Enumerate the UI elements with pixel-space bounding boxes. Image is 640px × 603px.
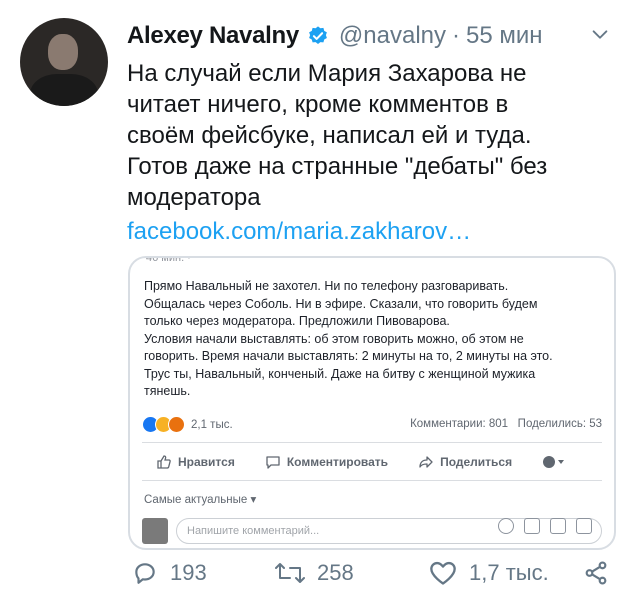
angry-reaction-icon — [168, 416, 185, 433]
comment-bubble-icon — [266, 456, 280, 469]
fb-comment-box: Напишите комментарий... — [142, 514, 602, 544]
heart-icon — [430, 561, 456, 585]
verified-badge-icon — [309, 26, 327, 44]
fb-post-line: говорить. Время начали выставлять: 2 мин… — [144, 349, 553, 363]
fb-like-action: Нравится — [156, 454, 235, 470]
tweet-text: На случай если Мария Захарова не читает … — [127, 58, 587, 213]
chevron-down-icon[interactable] — [589, 24, 611, 46]
tweet-text-line: модератора — [127, 184, 261, 211]
tweet-text-line: На случай если Мария Захарова не — [127, 60, 527, 87]
fb-like-label: Нравится — [178, 455, 235, 469]
fb-share-label: Поделиться — [440, 455, 513, 469]
fb-divider — [142, 480, 602, 481]
fb-comment-tools — [488, 514, 592, 534]
author-avatar[interactable] — [20, 18, 108, 106]
avatar-body — [30, 74, 98, 106]
retweet-icon — [275, 563, 305, 583]
tweet-text-line: Готов даже на странные "дебаты" без — [127, 153, 548, 180]
tweet-action-bar: 193 258 1,7 тыс. — [127, 556, 617, 590]
fb-post-text: Прямо Навальный не захотел. Ни по телефо… — [144, 278, 600, 401]
globe-dropdown-icon — [543, 456, 565, 468]
fb-post-line: Условия начали выставлять: об этом говор… — [144, 331, 524, 346]
embedded-screenshot[interactable]: 46 мин. · Прямо Навальный не захотел. Ни… — [128, 256, 616, 550]
fb-divider — [142, 442, 602, 443]
avatar-head — [48, 34, 78, 70]
reply-icon — [135, 563, 155, 584]
fb-commenter-avatar — [142, 518, 168, 544]
fb-post-line: Трус ты, Навальный, конченый. Даже на би… — [144, 366, 536, 381]
fb-post-line: Прямо Навальный не захотел. Ни по телефо… — [144, 279, 509, 293]
reply-count: 193 — [170, 560, 207, 585]
tweet-timestamp[interactable]: 55 мин — [466, 22, 543, 50]
gif-icon — [550, 518, 566, 534]
retweet-button[interactable]: 258 — [275, 560, 354, 586]
fb-actions: Нравится Комментировать Поделиться — [156, 454, 600, 470]
fb-comment-action: Комментировать — [265, 454, 388, 470]
retweet-count: 258 — [317, 560, 354, 585]
fb-share-action: Поделиться — [418, 454, 512, 470]
author-name[interactable]: Alexey Navalny — [127, 22, 299, 50]
sticker-icon — [576, 518, 592, 534]
author-handle[interactable]: @navalny — [339, 22, 446, 50]
fb-post-line: Общалась через Соболь. Ни в эфире. Сказа… — [144, 296, 538, 311]
fb-audience-action — [542, 455, 570, 469]
share-button[interactable] — [583, 560, 621, 586]
share-icon — [585, 561, 607, 585]
tweet-link[interactable]: facebook.com/maria.zakharov… — [127, 218, 471, 246]
like-count: 1,7 тыс. — [469, 560, 549, 585]
fb-comment-count: Комментарии: 801 — [410, 418, 509, 430]
fb-comment-sort: Самые актуальные ▾ — [144, 494, 257, 506]
camera-icon — [524, 518, 540, 534]
fb-post-line: тянешь. — [144, 384, 191, 398]
thumbs-up-icon — [157, 455, 171, 469]
fb-stats: Комментарии: 801 Поделились: 53 — [410, 418, 602, 430]
fb-reactions: 2,1 тыс. — [142, 416, 233, 433]
fb-post-time: 46 мин. · — [146, 256, 191, 264]
tweet-header: Alexey Navalny @navalny · 55 мин — [127, 20, 543, 52]
fb-post-line: только через модератора. Предложили Пиво… — [144, 314, 450, 328]
header-separator: · — [452, 22, 461, 49]
fb-reaction-count: 2,1 тыс. — [191, 418, 233, 431]
tweet-text-line: читает ничего, кроме комментов в — [127, 91, 509, 118]
reply-button[interactable]: 193 — [132, 560, 207, 586]
tweet-text-line: своём фейсбуке, написал ей и туда. — [127, 122, 532, 149]
share-arrow-icon — [419, 456, 433, 468]
emoji-icon — [498, 518, 514, 534]
fb-comment-label: Комментировать — [286, 455, 389, 469]
like-button[interactable]: 1,7 тыс. — [429, 560, 549, 586]
fb-share-count: Поделились: 53 — [517, 418, 602, 430]
